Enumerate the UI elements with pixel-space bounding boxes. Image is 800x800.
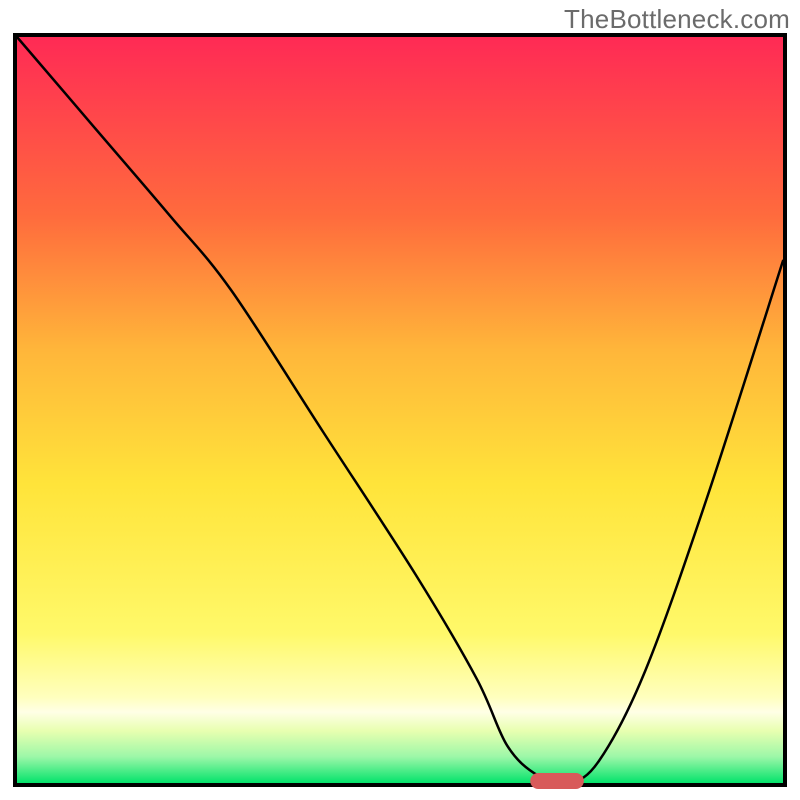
chart-svg: [0, 0, 800, 800]
watermark-text: TheBottleneck.com: [564, 4, 790, 35]
bottleneck-chart: TheBottleneck.com: [0, 0, 800, 800]
optimal-marker: [530, 773, 584, 789]
gradient-background: [17, 37, 783, 783]
